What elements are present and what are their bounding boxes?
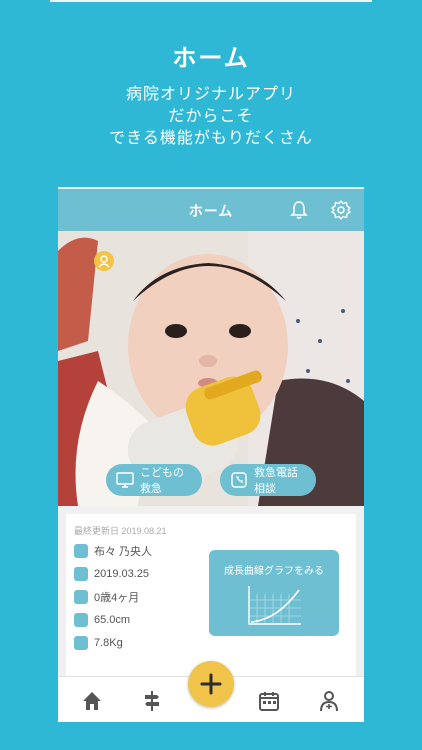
app-header: ホーム	[58, 189, 364, 231]
baby-photo: こどもの救急 救急電話相談	[58, 231, 364, 506]
add-icon	[200, 673, 222, 695]
home-icon[interactable]	[80, 689, 104, 713]
monitor-icon	[116, 472, 134, 488]
phone-icon	[231, 472, 247, 488]
profile-section: 最終更新日 2019.08.21 布々 乃央人 2019.03.25 0歳4ヶ月…	[58, 506, 364, 676]
birthday: 2019.03.25	[94, 568, 150, 580]
child-name: 布々 乃央人	[94, 546, 153, 558]
top-divider	[50, 0, 372, 2]
emergency-phone-label: 救急電話相談	[254, 467, 298, 495]
promo-title: ホーム	[172, 45, 250, 72]
age-icon	[74, 590, 88, 604]
child-emergency-button[interactable]: こどもの救急	[106, 464, 202, 496]
profile-card: 最終更新日 2019.08.21 布々 乃央人 2019.03.25 0歳4ヶ月…	[66, 514, 356, 676]
calendar-icon[interactable]	[257, 689, 281, 713]
doctor-icon[interactable]	[317, 689, 341, 713]
profile-row-age: 0歳4ヶ月	[74, 588, 139, 606]
baby-photo-illustration	[58, 231, 364, 506]
height-icon	[74, 613, 88, 627]
emergency-phone-button[interactable]: 救急電話相談	[220, 464, 316, 496]
person-icon	[98, 255, 110, 268]
growth-chart-label: 成長曲線グラフをみる	[224, 566, 324, 577]
promo-subtitle-line-2: だからこそ	[168, 108, 254, 125]
promo-subtitle-line-1: 病院オリジナルアプリ	[125, 86, 296, 103]
gear-icon[interactable]	[330, 199, 352, 221]
promo-subtitle-line-3: できる機能がもりだくさん	[109, 130, 313, 147]
promo-subtitle: 病院オリジナルアプリ だからこそ できる機能がもりだくさん	[0, 84, 422, 150]
weight: 7.8Kg	[94, 637, 123, 649]
age: 0歳4ヶ月	[94, 592, 140, 604]
last-updated: 最終更新日 2019.08.21	[74, 526, 167, 536]
height: 65.0cm	[94, 614, 131, 626]
add-button[interactable]	[188, 661, 234, 707]
weight-icon	[74, 636, 88, 650]
growth-curve-icon	[248, 586, 301, 625]
growth-chart-button[interactable]: 成長曲線グラフをみる	[209, 550, 339, 636]
profile-row-name: 布々 乃央人	[74, 542, 152, 560]
profile-row-birthday: 2019.03.25	[74, 565, 149, 583]
child-emergency-label: こどもの救急	[140, 467, 184, 495]
profile-row-height: 65.0cm	[74, 611, 130, 629]
app-screen: ホーム こどもの救急 救急電話相談 最終更新日 2019.08.21 布々 乃央…	[58, 187, 364, 722]
cake-icon	[74, 567, 88, 581]
child-avatar-badge[interactable]	[94, 251, 114, 271]
page-title: ホーム	[188, 203, 234, 219]
bell-icon[interactable]	[288, 199, 310, 221]
child-icon	[74, 544, 88, 558]
profile-row-weight: 7.8Kg	[74, 634, 123, 652]
signpost-icon[interactable]	[140, 689, 164, 713]
